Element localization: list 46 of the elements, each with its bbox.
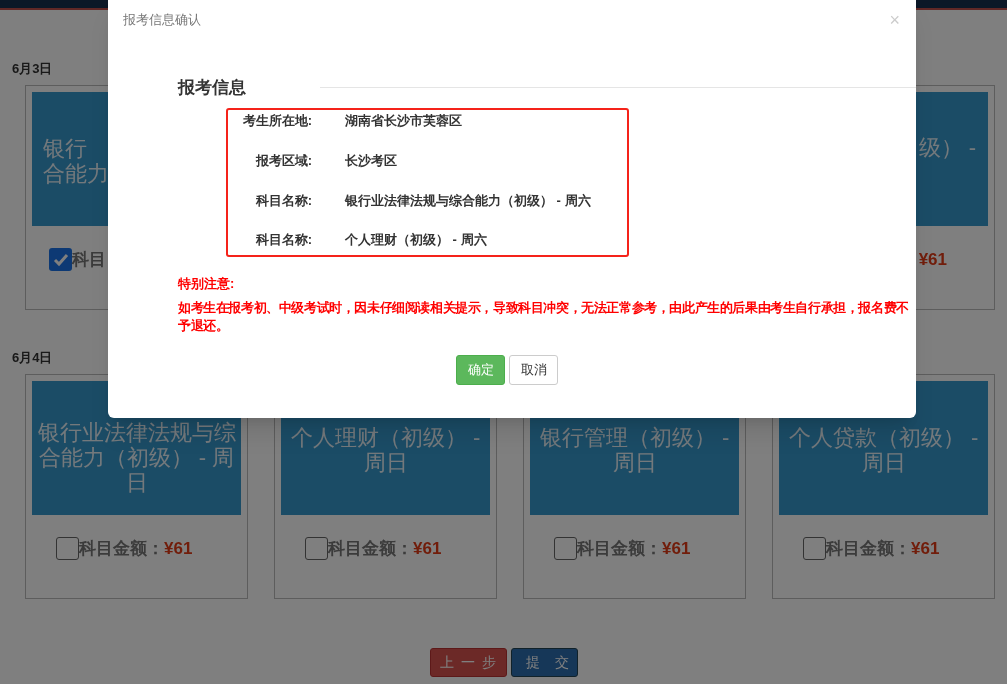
price-label: 科目金额： (79, 538, 164, 560)
tile-title: 级） - (918, 134, 976, 160)
checkbox[interactable] (803, 537, 826, 561)
price: ¥61 (164, 538, 193, 560)
tile-title: 日 (125, 469, 148, 495)
tile-title: 个人贷款（初级） - (788, 425, 979, 450)
price-label: 科目金额： (577, 538, 662, 560)
checkbox[interactable] (554, 537, 577, 561)
tile-title: 银行管理（初级） - (539, 425, 730, 450)
checkbox[interactable] (56, 537, 79, 561)
field-value: 长沙考区 (345, 151, 397, 170)
field-value: 湖南省长沙市芙蓉区 (345, 112, 462, 131)
field-label: 科目名称: (254, 191, 312, 210)
field-value: 银行业法律法规与综合能力（初级） - 周六 (345, 191, 591, 210)
field-label: 报考区域: (254, 151, 312, 170)
tile-title: 个人理财（初级） - (290, 425, 481, 450)
back-button[interactable]: 上一步 (429, 648, 507, 677)
checkbox[interactable] (49, 248, 72, 272)
tile-title: 合能力（初级） - 周 (38, 444, 235, 470)
price-label: 科目金额： (826, 538, 911, 560)
confirm-button[interactable]: 确定 (456, 354, 505, 385)
tile-title: 银行 (43, 136, 87, 161)
notice-text: 如考生在报考初、中级考试时，因未仔细阅读相关提示，导致科目冲突，无法正常参考，由此产生的后果由考生自行承担，报名费不予退还。 (178, 298, 910, 335)
section-heading: 报考信息 (178, 77, 246, 99)
field-label: 考生所在地: (241, 112, 312, 131)
tile-title: 合能力 (43, 161, 109, 186)
close-button[interactable]: × (889, 10, 900, 29)
date-label: 6月3日 (12, 60, 53, 78)
price-label: 科目金额： (328, 538, 413, 560)
date-label: 6月4日 (12, 349, 53, 367)
submit-button[interactable]: 提交 (510, 648, 578, 677)
price: ¥61 (413, 538, 442, 560)
price: ¥61 (918, 249, 947, 271)
checkbox[interactable] (305, 537, 328, 561)
price: ¥61 (911, 538, 940, 560)
price-label: 科目 (72, 249, 106, 271)
notice-title: 特别注意: (178, 275, 236, 293)
field-label: 科目名称: (254, 231, 312, 250)
tile-title: 银行业法律法规与综 (37, 419, 236, 445)
tile-title: 周日 (363, 450, 408, 475)
price: ¥61 (662, 538, 691, 560)
tile-title: 周日 (612, 450, 657, 475)
cancel-button[interactable]: 取消 (509, 354, 558, 385)
dialog-title: 报考信息确认 (123, 10, 201, 29)
field-value: 个人理财（初级） - 周六 (345, 231, 487, 250)
tile-title: 周日 (861, 450, 906, 475)
